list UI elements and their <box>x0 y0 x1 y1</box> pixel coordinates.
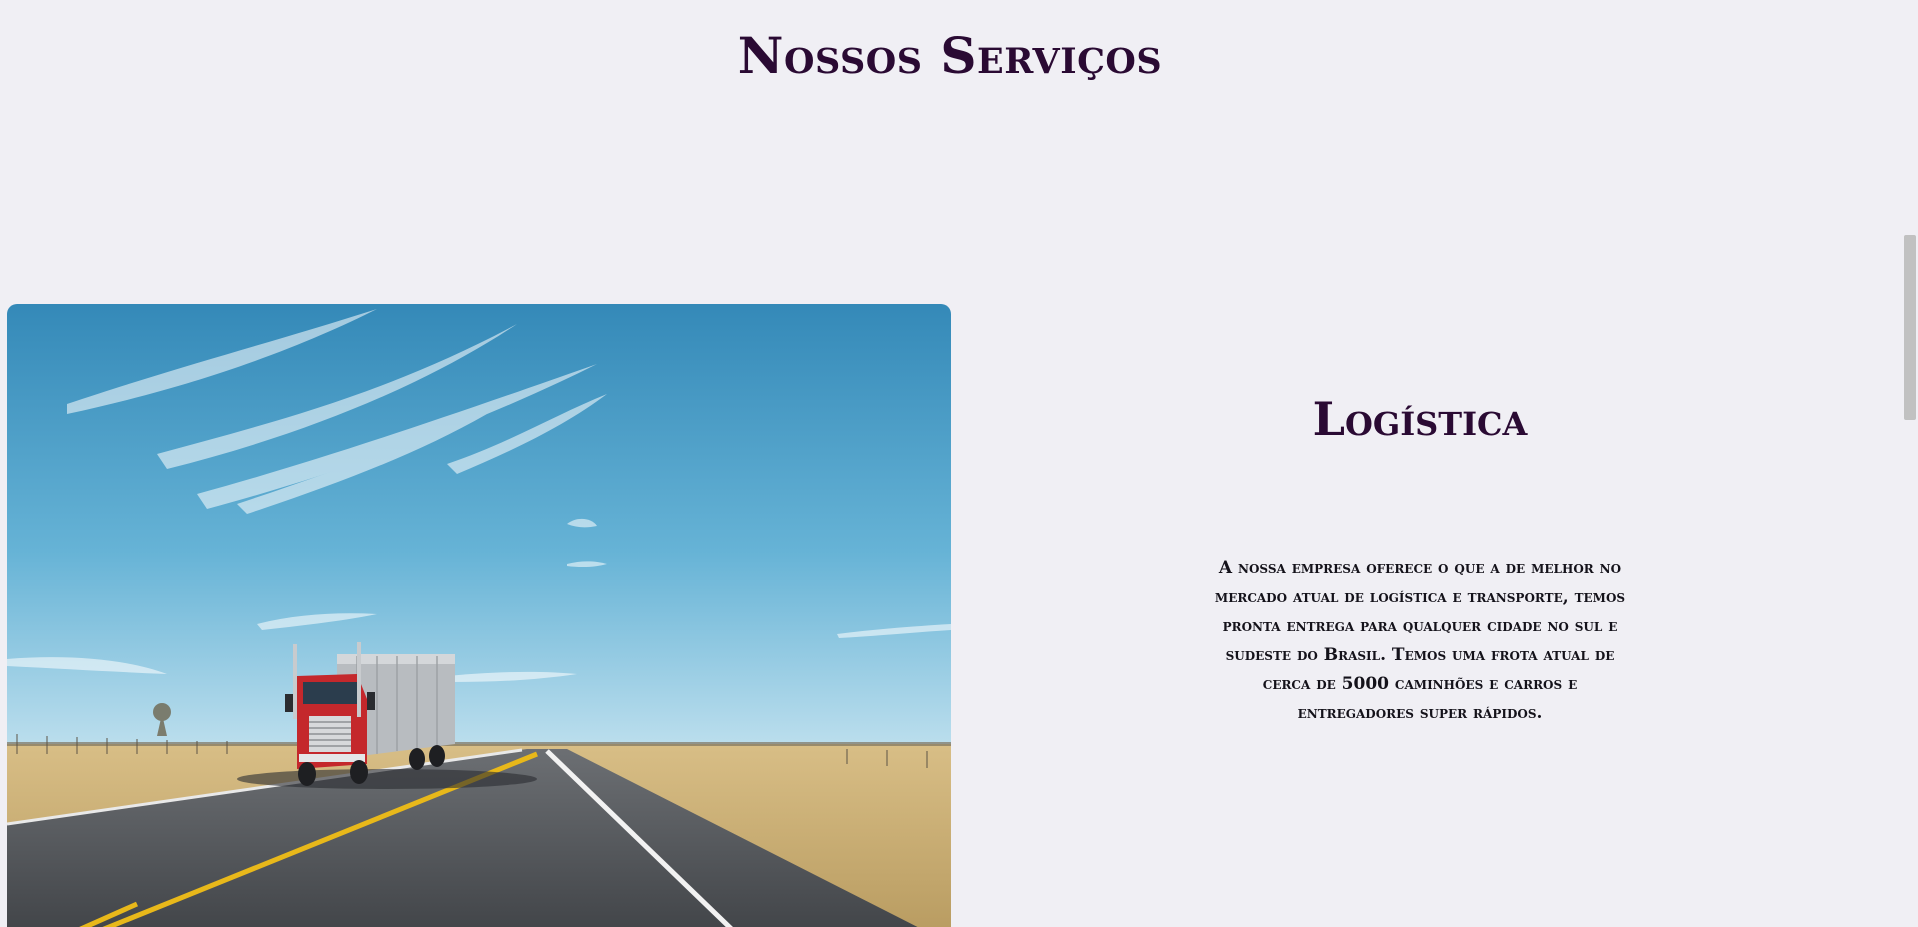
page-scrollbar[interactable] <box>1901 0 1918 927</box>
service-title: Logística <box>1312 392 1528 446</box>
section-title: Nossos Serviços <box>737 26 1163 85</box>
services-page: Nossos Serviços Logística A nossa empres… <box>0 0 1918 927</box>
scrollbar-thumb[interactable] <box>1904 235 1916 420</box>
service-description: A nossa empresa oferece o que a de melho… <box>1214 558 1626 723</box>
service-image-truck <box>7 304 951 927</box>
